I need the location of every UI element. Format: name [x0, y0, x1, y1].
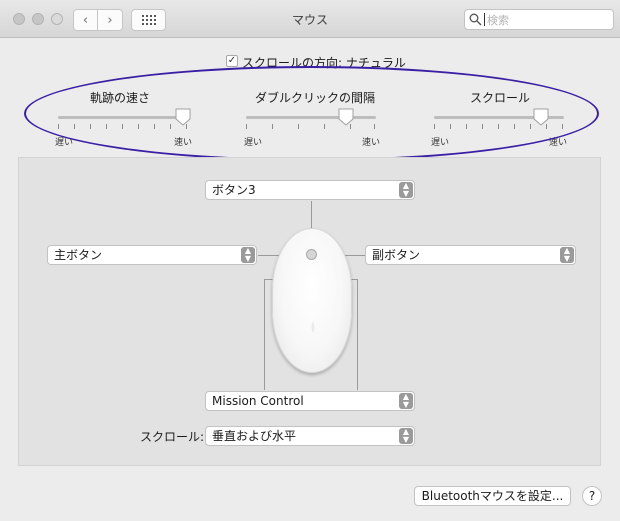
setup-bluetooth-mouse-button[interactable]: Bluetoothマウスを設定... [414, 486, 571, 506]
popup-arrows-icon: ▲ ▼ [241, 247, 255, 263]
scroll-mode-popup[interactable]: 垂直および水平 ▲ ▼ [205, 426, 415, 446]
primary-button-value: 主ボタン [54, 248, 103, 262]
search-placeholder: 検索 [487, 13, 509, 27]
annotation-oval [24, 66, 599, 161]
connector-line-side-right [357, 279, 358, 390]
button3-popup[interactable]: ボタン3 ▲ ▼ [205, 180, 415, 200]
title-bar: ‹ › マウス 検索 [0, 0, 620, 38]
side-button-value: Mission Control [212, 394, 304, 408]
secondary-button-value: 副ボタン [372, 248, 421, 262]
side-button-popup[interactable]: Mission Control ▲ ▼ [205, 391, 415, 411]
popup-arrows-icon: ▲ ▼ [560, 247, 574, 263]
scroll-mode-value: 垂直および水平 [212, 429, 297, 443]
scroll-direction-checkbox[interactable]: ✓ [226, 55, 238, 67]
scroll-ball-icon [306, 249, 317, 260]
checkmark-icon: ✓ [227, 55, 237, 66]
primary-button-popup[interactable]: 主ボタン ▲ ▼ [47, 245, 257, 265]
text-cursor [484, 13, 485, 26]
search-icon [469, 13, 482, 26]
mouse-logo-icon [311, 321, 315, 333]
search-field[interactable]: 検索 [464, 9, 614, 30]
help-button[interactable]: ? [582, 486, 602, 506]
popup-arrows-icon: ▲ ▼ [399, 428, 413, 444]
secondary-button-popup[interactable]: 副ボタン ▲ ▼ [365, 245, 576, 265]
popup-arrows-icon: ▲ ▼ [399, 393, 413, 409]
scroll-mode-label: スクロール: [140, 430, 205, 444]
connector-line-side-left [264, 279, 265, 390]
button3-value: ボタン3 [212, 183, 256, 197]
popup-arrows-icon: ▲ ▼ [399, 182, 413, 198]
